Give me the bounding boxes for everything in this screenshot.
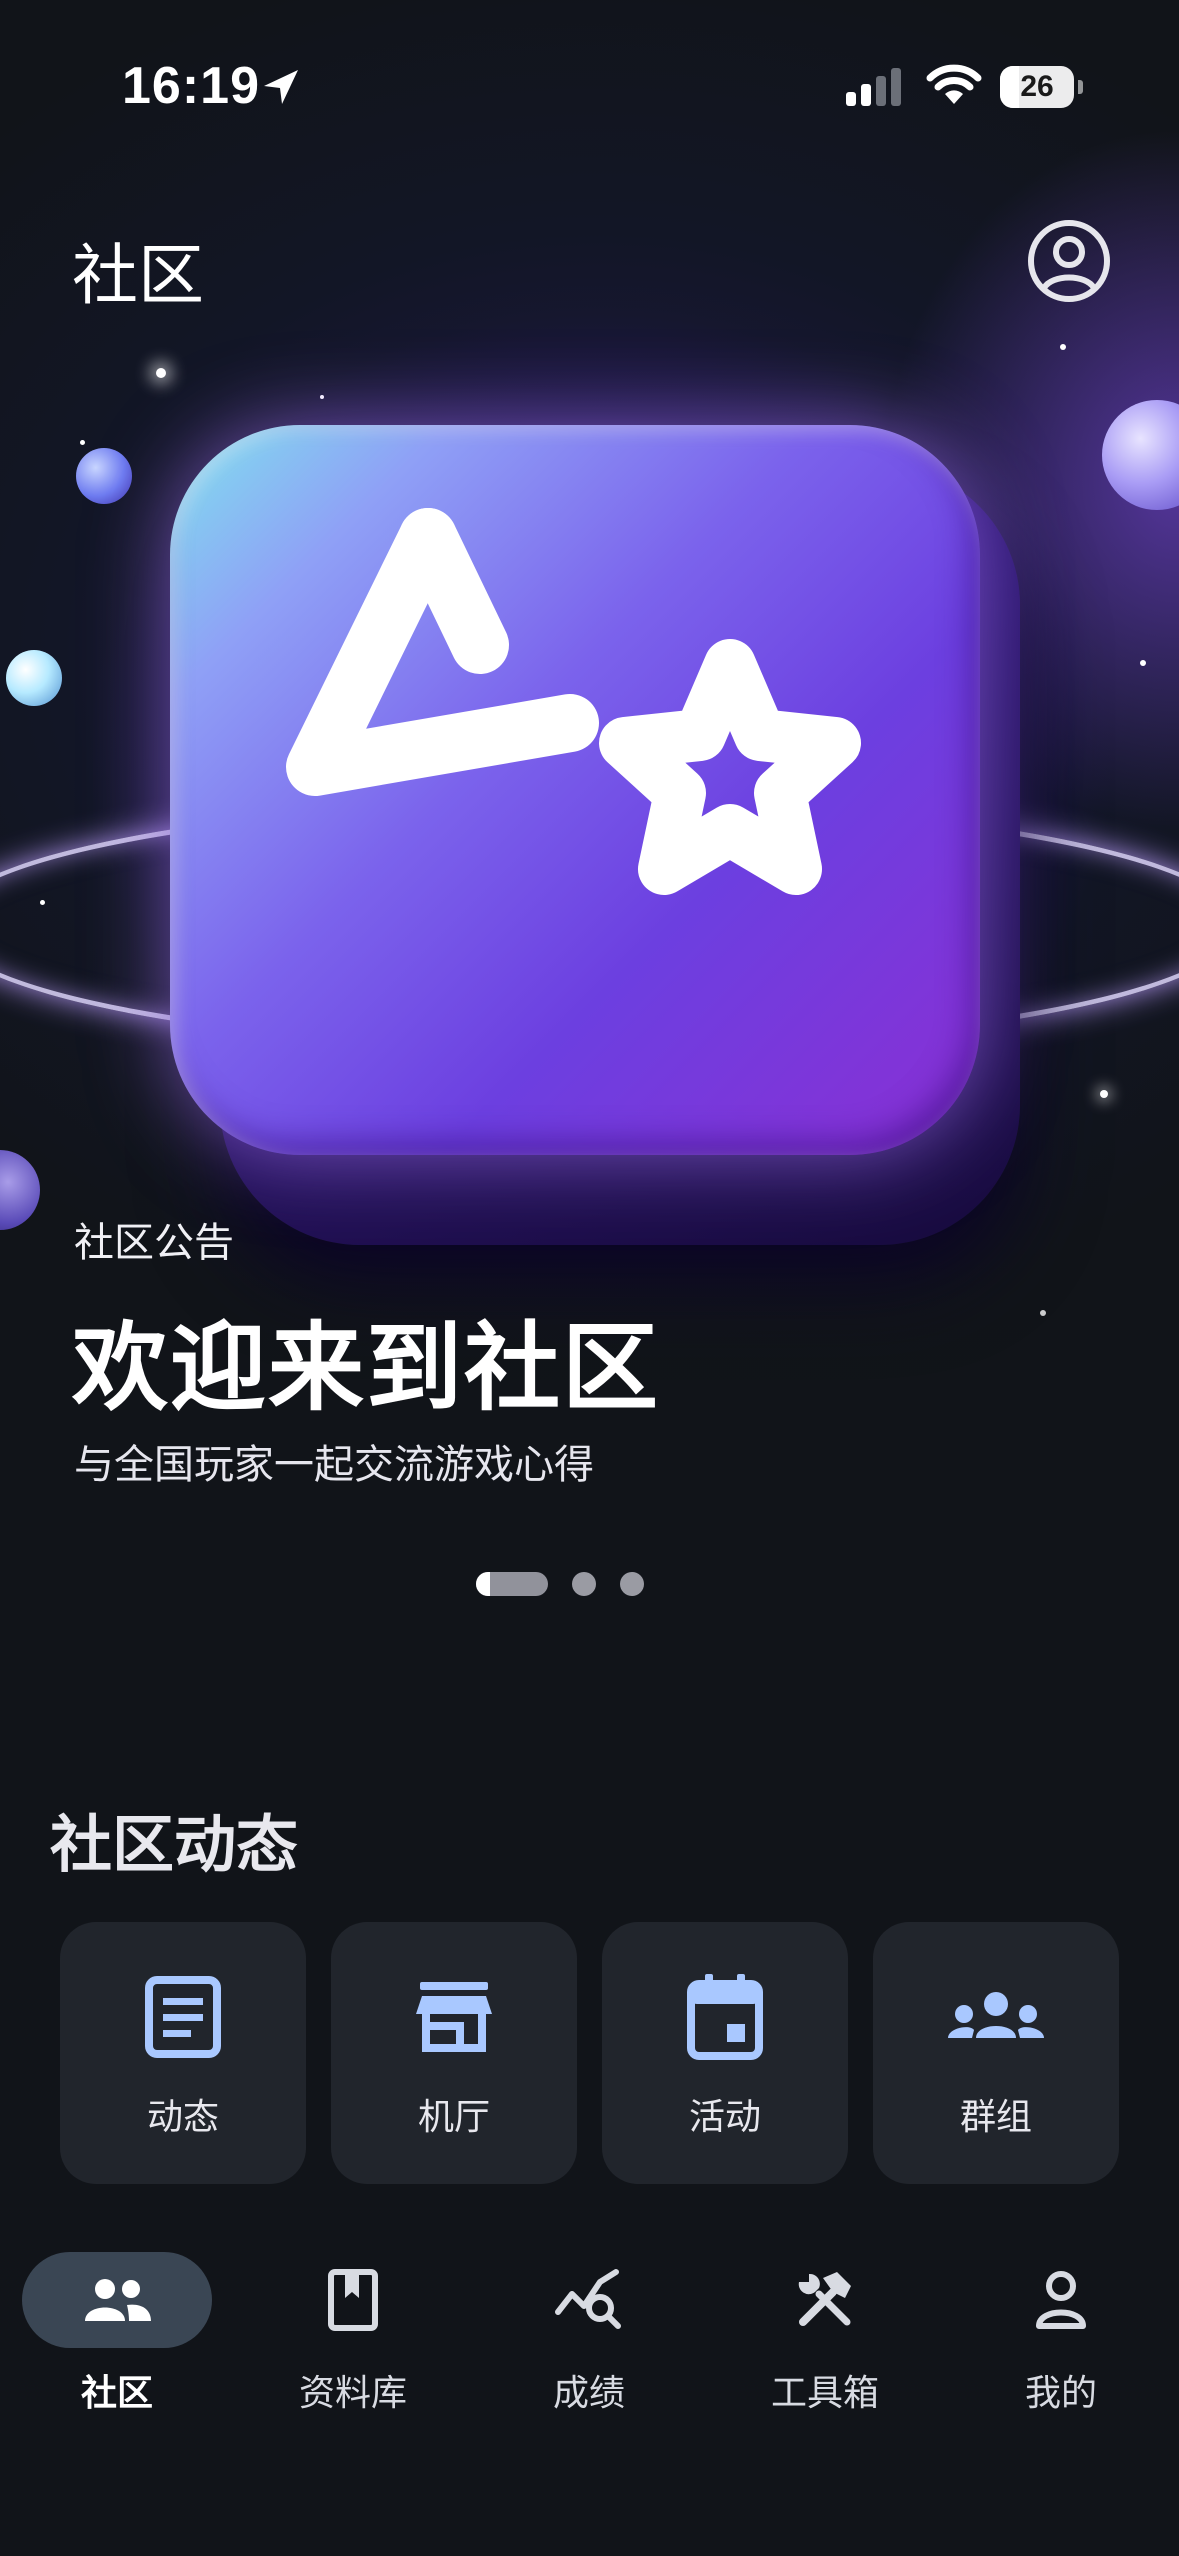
tile-events[interactable]: 活动 [602, 1922, 848, 2184]
app-logo-illustration [170, 425, 1040, 1245]
sparkle [80, 440, 85, 445]
orb [0, 1150, 40, 1230]
sparkle [1100, 1090, 1108, 1098]
carousel-pager[interactable] [0, 1572, 1179, 1598]
pager-dot[interactable] [620, 1572, 644, 1596]
nav-item-community[interactable]: 社区 [22, 2252, 212, 2422]
sparkle [320, 395, 324, 399]
battery-nub [1078, 80, 1083, 94]
nav-item-library[interactable]: 资料库 [258, 2252, 448, 2422]
triangle-star-logo-icon [286, 508, 861, 895]
nav-item-me[interactable]: 我的 [966, 2252, 1156, 2422]
banner-tag: 社区公告 [74, 1220, 234, 1266]
chart-search-icon [555, 2269, 621, 2329]
tile-label: 机厅 [417, 2097, 490, 2138]
nav-label: 社区 [80, 2373, 153, 2414]
profile-button[interactable] [1026, 218, 1112, 304]
people-icon [85, 2279, 151, 2321]
book-icon [328, 2269, 378, 2331]
orb [76, 448, 132, 504]
pager-dot[interactable] [572, 1572, 596, 1596]
storefront-icon [416, 1982, 492, 2052]
account-circle-icon [1028, 220, 1110, 302]
nav-label: 我的 [1024, 2373, 1097, 2414]
calendar-event-icon [687, 1974, 763, 2060]
nav-label: 成绩 [552, 2373, 625, 2414]
nav-label: 资料库 [298, 2373, 407, 2414]
tools-icon [798, 2272, 851, 2326]
nav-item-scores[interactable]: 成绩 [494, 2252, 684, 2422]
tile-label: 群组 [959, 2097, 1032, 2138]
battery-percent: 26 [1020, 70, 1054, 103]
orb [6, 650, 62, 706]
sparkle [1040, 1310, 1046, 1316]
banner-subtitle: 与全国玩家一起交流游戏心得 [74, 1442, 594, 1488]
pager-dot-active[interactable] [476, 1572, 548, 1596]
wifi-icon [926, 64, 982, 104]
article-icon [145, 1976, 221, 2058]
orb [1102, 400, 1179, 510]
tile-arcade[interactable]: 机厅 [331, 1922, 577, 2184]
signal-icon [846, 68, 901, 106]
location-arrow-icon [264, 70, 298, 104]
tile-groups[interactable]: 群组 [873, 1922, 1119, 2184]
nav-item-toolbox[interactable]: 工具箱 [730, 2252, 920, 2422]
bottom-navigation: 社区 资料库 成绩 工具箱 我的 [0, 2230, 1179, 2556]
nav-label: 工具箱 [770, 2373, 879, 2414]
section-title: 社区动态 [50, 1808, 299, 1881]
sparkle [156, 368, 166, 378]
sparkle [1140, 660, 1146, 666]
banner-title: 欢迎来到社区 [72, 1312, 660, 1424]
sparkle [1060, 344, 1066, 350]
tile-feed[interactable]: 动态 [60, 1922, 306, 2184]
person-icon [1036, 2271, 1086, 2329]
page-title: 社区 [72, 237, 204, 314]
status-time: 16:19 [122, 57, 260, 115]
status-bar: 16:19 26 [0, 0, 1179, 170]
tile-label: 活动 [688, 2097, 761, 2138]
tile-label: 动态 [146, 2097, 219, 2138]
groups-icon [948, 1992, 1044, 2038]
battery-icon: 26 [1000, 66, 1074, 108]
